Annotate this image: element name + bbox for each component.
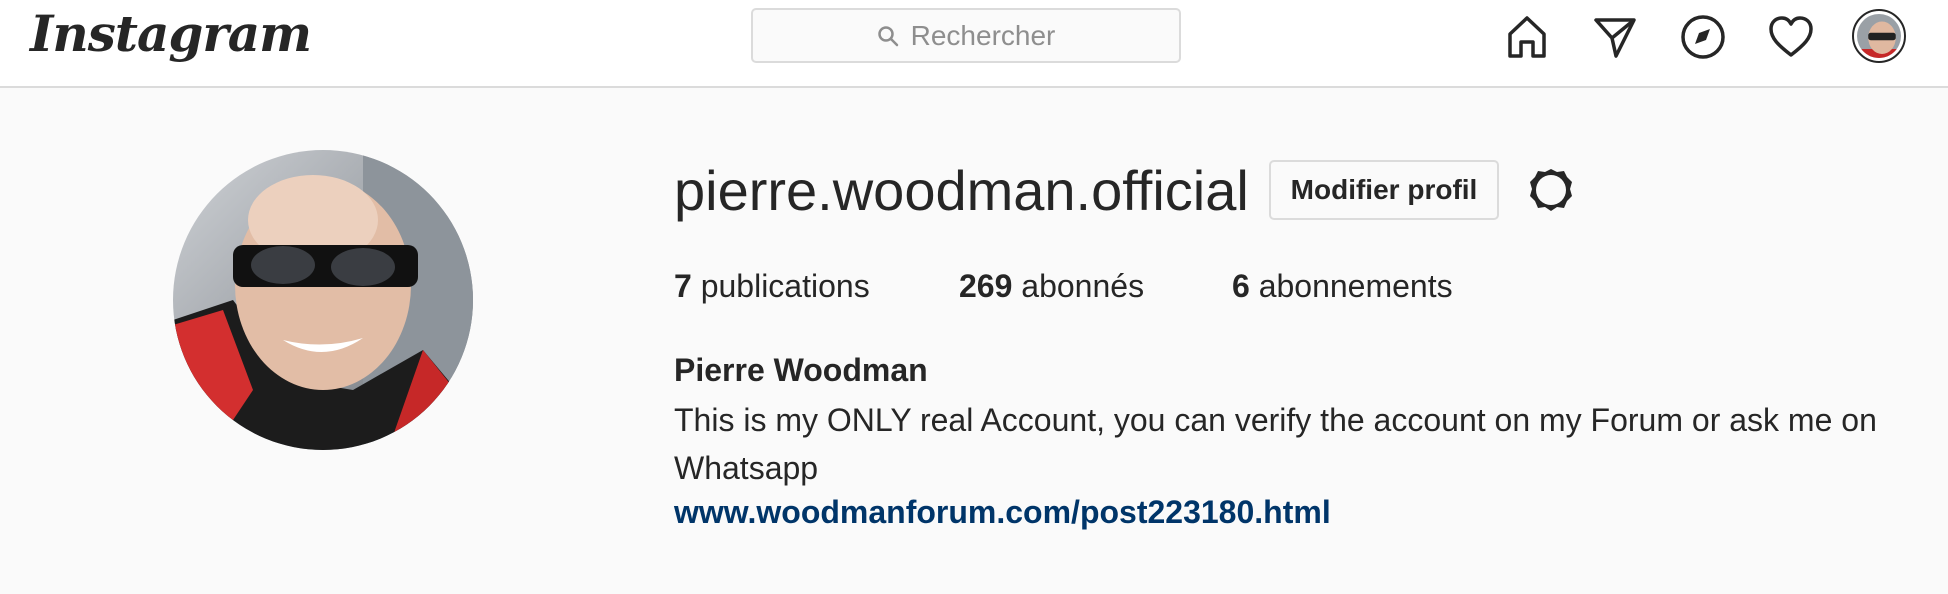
search-icon [877,25,898,46]
profile-username: pierre.woodman.official [674,159,1249,222]
activity-heart-icon[interactable] [1766,12,1816,62]
followers-count-value: 269 [959,268,1013,304]
profile-full-name: Pierre Woodman [674,352,928,388]
explore-icon[interactable] [1678,12,1728,62]
profile-website-link[interactable]: www.woodmanforum.com/post223180.html [674,494,1331,531]
following-count-label: abonnements [1258,268,1453,304]
edit-profile-button[interactable]: Modifier profil [1269,160,1499,220]
top-navigation-bar: Instagram Rechercher [0,0,1948,88]
following-count-value: 6 [1232,268,1250,304]
following-count[interactable]: 6 abonnements [1232,268,1453,305]
search-placeholder: Rechercher [910,19,1056,51]
search-input[interactable]: Rechercher [751,8,1181,63]
profile-picture[interactable] [173,150,473,450]
followers-count-label: abonnés [1021,268,1145,304]
settings-gear-icon[interactable] [1526,165,1576,215]
instagram-logo[interactable]: Instagram [30,4,312,63]
posts-count-label: publications [700,268,870,304]
profile-bio: This is my ONLY real Account, you can ve… [674,402,1877,486]
followers-count[interactable]: 269 abonnés [959,268,1144,305]
posts-count-value: 7 [674,268,692,304]
profile-avatar[interactable] [1852,9,1906,63]
home-icon[interactable] [1502,12,1552,62]
direct-message-icon[interactable] [1590,12,1640,62]
posts-count: 7 publications [674,268,870,305]
